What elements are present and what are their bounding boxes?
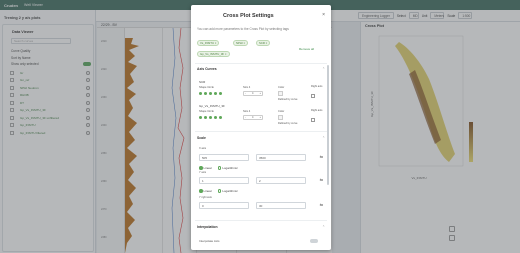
diamond-shape-icon[interactable] — [214, 116, 217, 119]
size-value: 4 — [251, 116, 254, 119]
linear-label: Linear — [203, 189, 212, 193]
minus-icon[interactable]: - — [245, 92, 246, 95]
y-min-input[interactable]: 1 — [199, 177, 249, 184]
shape-label: Shape Circle — [199, 86, 214, 89]
dialog-title: Cross Plot Settings — [223, 13, 274, 19]
square-shape-icon[interactable] — [209, 92, 212, 95]
radio-icon[interactable] — [199, 189, 203, 193]
color-swatch[interactable] — [278, 115, 283, 120]
shape-label: Shape Circle — [199, 110, 214, 113]
linear-label: Linear — [203, 166, 212, 170]
log-option[interactable]: Logarithmic — [217, 189, 238, 193]
y-axis-label: Y axis — [199, 171, 207, 174]
chevron-up-icon[interactable]: ⌃ — [322, 136, 325, 140]
curve-name: Gp_Vs_INSITU_3F — [199, 104, 225, 108]
radio-icon[interactable] — [199, 166, 203, 170]
yr-max-input[interactable]: 30 — [256, 202, 306, 209]
divider — [195, 131, 327, 132]
swap-icon[interactable]: ⇆ — [320, 202, 323, 207]
color-label: Color — [278, 86, 285, 89]
size-label: Size 4 — [243, 86, 251, 89]
size-value: 4 — [251, 92, 254, 95]
interpolate-toggle[interactable] — [310, 239, 318, 243]
divider — [195, 63, 327, 64]
scale-section[interactable]: Scale — [197, 136, 206, 140]
x-max-input[interactable]: 3500 — [256, 154, 306, 161]
log-option[interactable]: Logarithmic — [217, 166, 238, 170]
curve-name: SCR — [199, 80, 206, 84]
swap-icon[interactable]: ⇆ — [320, 154, 323, 159]
color-note: Defined by curve — [278, 98, 298, 101]
chevron-up-icon[interactable]: ⌃ — [322, 67, 325, 71]
right-axis-checkbox[interactable] — [311, 118, 315, 122]
y-right-axis-label: Y right axis — [199, 196, 212, 199]
radio-icon[interactable] — [217, 189, 222, 193]
size-stepper[interactable]: - 4 + — [243, 91, 263, 96]
y-scale-radio: Linear Logarithmic — [199, 189, 238, 193]
swap-icon[interactable]: ⇆ — [320, 177, 323, 182]
x-axis-label: X axis — [199, 147, 207, 150]
cross-plot-settings-dialog: Cross Plot Settings × You can add more p… — [191, 5, 331, 250]
y-max-input[interactable]: 2 — [256, 177, 306, 184]
interpolation-section[interactable]: Interpolation — [197, 225, 218, 229]
x-scale-radio: Linear Logarithmic — [199, 166, 238, 170]
log-label: Logarithmic — [222, 189, 238, 193]
plus-icon[interactable]: + — [259, 116, 261, 119]
tag-chip[interactable]: Gp_Vs_INSITU_3F × — [197, 51, 230, 57]
color-swatch[interactable] — [278, 91, 283, 96]
tag-chip[interactable]: NPHI × — [233, 40, 249, 46]
dialog-subtitle: You can add more parameters to the Cross… — [197, 27, 289, 31]
interpolate-axis-label: Interpolate Axis — [199, 239, 220, 243]
right-axis-label: Right axis — [311, 85, 323, 88]
plus-shape-icon[interactable] — [219, 116, 222, 119]
x-min-input[interactable]: 505 — [199, 154, 249, 161]
circle-shape-icon[interactable] — [199, 116, 202, 119]
plus-shape-icon[interactable] — [219, 92, 222, 95]
triangle-shape-icon[interactable] — [204, 116, 207, 119]
size-stepper[interactable]: - 4 + — [243, 115, 263, 120]
dialog-scrollbar[interactable] — [327, 65, 329, 185]
close-icon[interactable]: × — [322, 12, 325, 18]
color-note: Defined by curve — [278, 122, 298, 125]
square-shape-icon[interactable] — [209, 116, 212, 119]
remove-all-link[interactable]: Remove all — [299, 47, 314, 51]
log-label: Logarithmic — [222, 166, 238, 170]
linear-option[interactable]: Linear — [199, 189, 212, 193]
tag-chip[interactable]: Vs_INSITU × — [197, 40, 220, 46]
linear-option[interactable]: Linear — [199, 166, 212, 170]
color-label: Color — [278, 110, 285, 113]
axis-curves-section[interactable]: Axis Curves — [197, 67, 217, 71]
size-label: Size 4 — [243, 110, 251, 113]
triangle-shape-icon[interactable] — [204, 92, 207, 95]
right-axis-label: Right axis — [311, 109, 323, 112]
circle-shape-icon[interactable] — [199, 92, 202, 95]
chevron-up-icon[interactable]: ⌃ — [322, 225, 325, 229]
right-axis-checkbox[interactable] — [311, 94, 315, 98]
shape-picker[interactable] — [199, 92, 222, 95]
diamond-shape-icon[interactable] — [214, 92, 217, 95]
radio-icon[interactable] — [217, 166, 222, 170]
shape-picker[interactable] — [199, 116, 222, 119]
minus-icon[interactable]: - — [245, 116, 246, 119]
yr-min-input[interactable]: 0 — [199, 202, 249, 209]
tag-chip[interactable]: SCR × — [256, 40, 271, 46]
divider — [195, 220, 327, 221]
plus-icon[interactable]: + — [259, 92, 261, 95]
